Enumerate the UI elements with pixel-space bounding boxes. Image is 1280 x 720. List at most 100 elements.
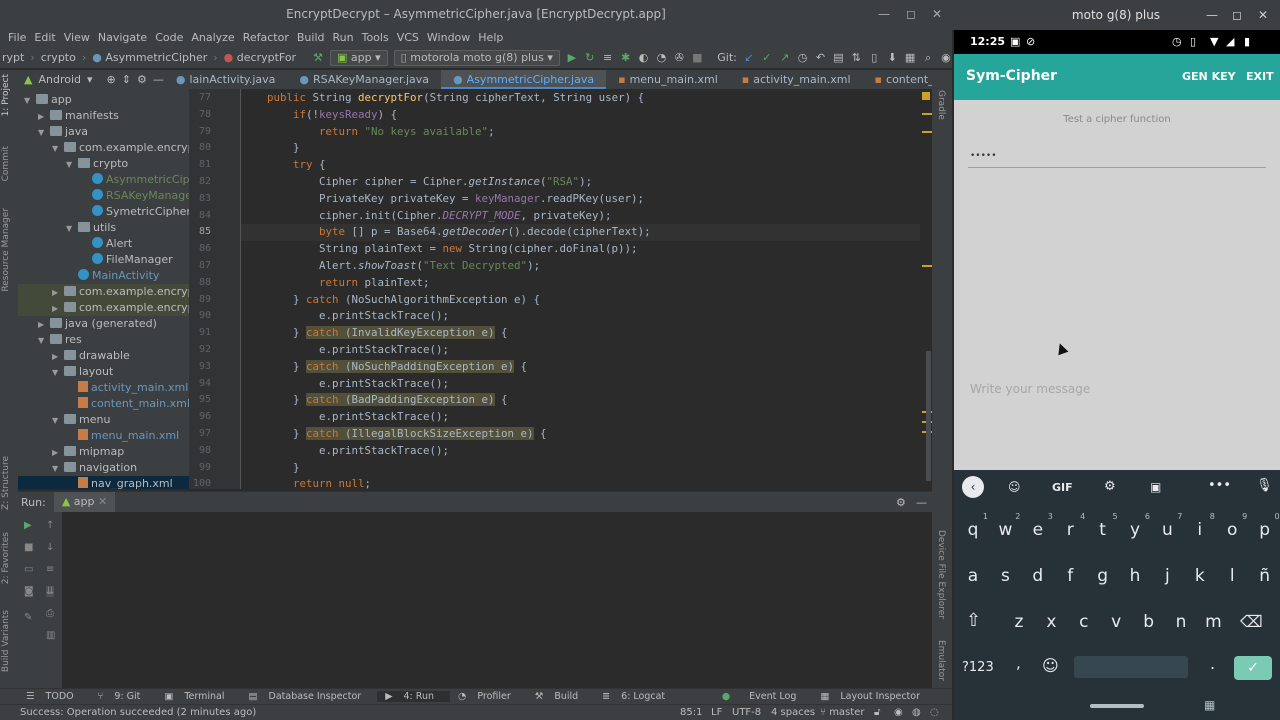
key-n[interactable]: n xyxy=(1168,612,1194,632)
line-number[interactable]: 89 xyxy=(189,292,211,309)
favorites-tool-tab[interactable]: 2: Favorites xyxy=(1,532,11,584)
tree-item[interactable]: ▶ mipmap xyxy=(18,444,189,460)
code-line[interactable]: public String decryptFor(String cipherTe… xyxy=(241,90,644,107)
menu-analyze[interactable]: Analyze xyxy=(187,29,238,47)
key-ñ[interactable]: ñ xyxy=(1252,566,1278,586)
line-number[interactable]: 84 xyxy=(189,208,211,225)
tree-item[interactable]: ▼ menu xyxy=(18,412,189,428)
line-number[interactable]: 81 xyxy=(189,157,211,174)
menu-code[interactable]: Code xyxy=(151,29,187,47)
apply-changes-icon[interactable]: ↻ xyxy=(584,51,596,65)
line-number[interactable]: 83 xyxy=(189,191,211,208)
tree-item[interactable]: ▶ com.example.encryptdec xyxy=(18,284,189,300)
code-line[interactable]: return null; xyxy=(241,476,371,489)
line-number[interactable]: 79 xyxy=(189,124,211,141)
key-e[interactable]: e3 xyxy=(1025,512,1053,540)
scroll-down-icon[interactable]: ↓ xyxy=(46,542,54,553)
expand-arrow-icon[interactable]: ▼ xyxy=(52,413,64,429)
tab-rsakeymanager[interactable]: ● RSAKeyManager.java xyxy=(287,70,441,89)
camera-icon[interactable]: ◙ xyxy=(24,586,34,597)
device-file-explorer-tool-tab[interactable]: Device File Explorer xyxy=(936,530,946,619)
tree-item[interactable]: ▶ drawable xyxy=(18,348,189,364)
expand-arrow-icon[interactable]: ▼ xyxy=(52,461,64,477)
line-number[interactable]: 85 xyxy=(189,224,211,241)
event-log-tool-tab[interactable]: ● Event Log xyxy=(706,691,813,702)
translate-icon[interactable]: ▣ xyxy=(1150,480,1161,494)
indent-setting[interactable]: 4 spaces xyxy=(771,705,815,720)
tree-item[interactable]: ▼ utils xyxy=(18,220,189,236)
rollback-icon[interactable]: ↶ xyxy=(815,51,827,65)
avd-manager-icon[interactable]: ▯ xyxy=(868,51,880,65)
hide-panel-icon[interactable]: — xyxy=(916,496,927,509)
project-view-selector[interactable]: ▲ Android ▾ ⊕ ⇕ ⚙ — xyxy=(18,73,164,86)
profiler-tool-tab[interactable]: ◔ Profiler xyxy=(450,691,527,702)
close-icon[interactable]: ✕ xyxy=(1258,0,1268,30)
pin-icon[interactable]: ✎ xyxy=(24,612,32,623)
account-icon[interactable]: ◉ xyxy=(940,51,952,65)
hammer-icon[interactable]: ⚒ xyxy=(312,51,324,65)
code-line[interactable]: String plainText = new String(cipher.doF… xyxy=(241,241,638,258)
editor-scroll-thumb[interactable] xyxy=(926,351,931,481)
gen-key-button[interactable]: GEN KEY xyxy=(1182,70,1236,83)
tab-menu-main[interactable]: ▪ menu_main.xml xyxy=(606,70,730,89)
collapse-icon[interactable]: ⇕ xyxy=(122,73,131,86)
code-line[interactable]: } catch (NoSuchPaddingException e) { xyxy=(241,359,527,376)
tree-item[interactable]: ▼ java xyxy=(18,124,189,140)
code-line[interactable]: e.printStackTrace(); xyxy=(241,342,449,359)
microphone-icon[interactable]: 🎙︎ xyxy=(1256,478,1273,493)
menu-refactor[interactable]: Refactor xyxy=(239,29,293,47)
menu-window[interactable]: Window xyxy=(423,29,474,47)
breadcrumb-method[interactable]: ● decryptFor xyxy=(224,51,296,64)
key-t[interactable]: t5 xyxy=(1090,512,1117,540)
key-p[interactable]: p0 xyxy=(1252,512,1279,540)
expand-arrow-icon[interactable]: ▼ xyxy=(24,93,36,109)
line-number[interactable]: 78 xyxy=(189,107,211,124)
key-k[interactable]: k xyxy=(1187,566,1213,586)
code-editor[interactable]: public String decryptFor(String cipherTe… xyxy=(241,89,920,489)
tree-item[interactable]: content_main.xml xyxy=(18,396,189,412)
line-number[interactable]: 92 xyxy=(189,342,211,359)
expand-arrow-icon[interactable]: ▼ xyxy=(66,157,78,173)
key-f[interactable]: f xyxy=(1057,566,1083,586)
tree-item[interactable]: ▶ com.example.encryptdec xyxy=(18,300,189,316)
cursor-position[interactable]: 85:1 xyxy=(680,705,702,720)
soft-wrap-icon[interactable]: ≡ xyxy=(46,564,54,575)
code-line[interactable]: } catch (InvalidKeyException e) { xyxy=(241,325,508,342)
tree-item[interactable]: MainActivity xyxy=(18,268,189,284)
status-message[interactable]: Success: Operation succeeded (2 minutes … xyxy=(20,705,256,720)
editor-scrollbar-markers[interactable] xyxy=(920,89,932,489)
expand-arrow-icon[interactable]: ▶ xyxy=(52,445,64,461)
line-number[interactable]: 94 xyxy=(189,376,211,393)
tab-content-main[interactable]: ▪content_main.xml xyxy=(863,70,932,89)
search-icon[interactable]: ⌕ xyxy=(922,51,934,65)
tree-item[interactable]: ▼ navigation xyxy=(18,460,189,476)
code-line[interactable]: } xyxy=(241,140,300,157)
maximize-icon[interactable]: ◻ xyxy=(906,0,916,29)
emoji-icon[interactable]: ☺ xyxy=(1042,656,1059,675)
tree-item[interactable]: SymetricCipher xyxy=(18,204,189,220)
expand-arrow-icon[interactable]: ▶ xyxy=(52,285,64,301)
line-number[interactable]: 77 xyxy=(189,90,211,107)
sdk-manager-icon[interactable]: ⬇ xyxy=(886,51,898,65)
line-number[interactable]: 86 xyxy=(189,241,211,258)
menu-help[interactable]: Help xyxy=(474,29,507,47)
debug-icon[interactable]: ✱ xyxy=(620,51,632,65)
tree-item[interactable]: ▶ manifests xyxy=(18,108,189,124)
code-line[interactable]: try { xyxy=(241,157,326,174)
message-input[interactable]: Write your message xyxy=(970,382,1268,396)
tree-item[interactable]: menu_main.xml xyxy=(18,428,189,444)
key-c[interactable]: c xyxy=(1071,612,1097,632)
code-line[interactable]: cipher.init(Cipher.DECRYPT_MODE, private… xyxy=(241,208,612,225)
key-z[interactable]: z xyxy=(1006,612,1032,632)
line-number[interactable]: 93 xyxy=(189,359,211,376)
logcat-tool-tab[interactable]: ≣ 6: Logcat xyxy=(594,691,681,702)
line-separator[interactable]: LF xyxy=(711,705,722,720)
maximize-icon[interactable]: ◻ xyxy=(1232,0,1242,30)
trash-icon[interactable]: ▥ xyxy=(46,630,55,641)
menu-vcs[interactable]: VCS xyxy=(393,29,423,47)
menu-edit[interactable]: Edit xyxy=(30,29,59,47)
expand-arrow-icon[interactable]: ▶ xyxy=(52,301,64,317)
tree-item[interactable]: AsymmetricCiphe xyxy=(18,172,189,188)
file-encoding[interactable]: UTF-8 xyxy=(732,705,761,720)
comma-key[interactable]: , xyxy=(1016,654,1021,672)
